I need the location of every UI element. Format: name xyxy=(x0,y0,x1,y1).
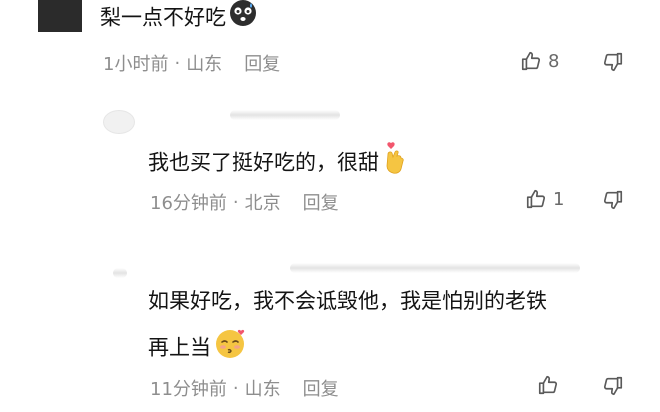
reply-avatar[interactable] xyxy=(103,110,135,134)
comment-meta: 1小时前 · 山东 回复 xyxy=(103,50,280,76)
comment-text-line2: 再上当 xyxy=(148,335,211,360)
like-button[interactable]: 1 xyxy=(525,188,564,210)
thumbs-down-icon xyxy=(602,189,624,211)
reply-button[interactable]: 回复 xyxy=(303,189,339,215)
like-button[interactable]: 8 xyxy=(520,50,559,72)
heart-hand-emoji xyxy=(382,140,408,187)
comment-time: 16分钟前 xyxy=(150,193,227,214)
dizzy-face-emoji xyxy=(229,0,257,38)
comment-text-content: 梨一点不好吃 xyxy=(100,5,226,30)
dislike-button[interactable] xyxy=(602,189,624,211)
thumbs-up-icon xyxy=(520,50,542,72)
dislike-button[interactable] xyxy=(602,375,624,397)
comment-location: 山东 xyxy=(244,379,281,400)
comment-time: 1小时前 xyxy=(103,54,169,75)
comment-text: 如果好吃，我不会诋毁他，我是怕别的老铁 xyxy=(148,283,547,319)
thumbs-up-icon xyxy=(525,188,547,210)
comment-text-content: 我也买了挺好吃的，很甜 xyxy=(148,150,379,175)
reply-button[interactable]: 回复 xyxy=(303,375,339,401)
comment-meta: 11分钟前 · 山东 回复 xyxy=(150,375,339,401)
reply-username-blurred xyxy=(230,110,340,120)
comment-text: 再上当 xyxy=(148,326,248,371)
thumbs-up-icon xyxy=(537,374,559,396)
comment-text: 我也买了挺好吃的，很甜 xyxy=(148,140,408,187)
thumbs-down-icon xyxy=(602,375,624,397)
comment-location: 山东 xyxy=(186,54,223,75)
reply-avatar[interactable] xyxy=(113,268,127,278)
meta-separator: · xyxy=(174,52,181,74)
like-button[interactable] xyxy=(537,374,565,396)
avatar[interactable] xyxy=(38,0,82,32)
meta-separator: · xyxy=(232,377,239,399)
meta-separator: · xyxy=(232,191,239,213)
comment-time: 11分钟前 xyxy=(150,379,227,400)
blowing-kiss-emoji xyxy=(214,326,248,371)
thumbs-down-icon xyxy=(602,51,624,73)
like-count: 1 xyxy=(553,188,565,210)
like-count: 8 xyxy=(548,50,560,72)
comment-text-line1: 如果好吃，我不会诋毁他，我是怕别的老铁 xyxy=(148,289,547,313)
dislike-button[interactable] xyxy=(602,51,624,73)
comment-meta: 16分钟前 · 北京 回复 xyxy=(150,189,339,215)
comment-text: 梨一点不好吃 xyxy=(100,0,257,38)
comment-location: 北京 xyxy=(244,193,281,214)
reply-button[interactable]: 回复 xyxy=(244,50,280,76)
reply-username-blurred xyxy=(290,263,580,273)
